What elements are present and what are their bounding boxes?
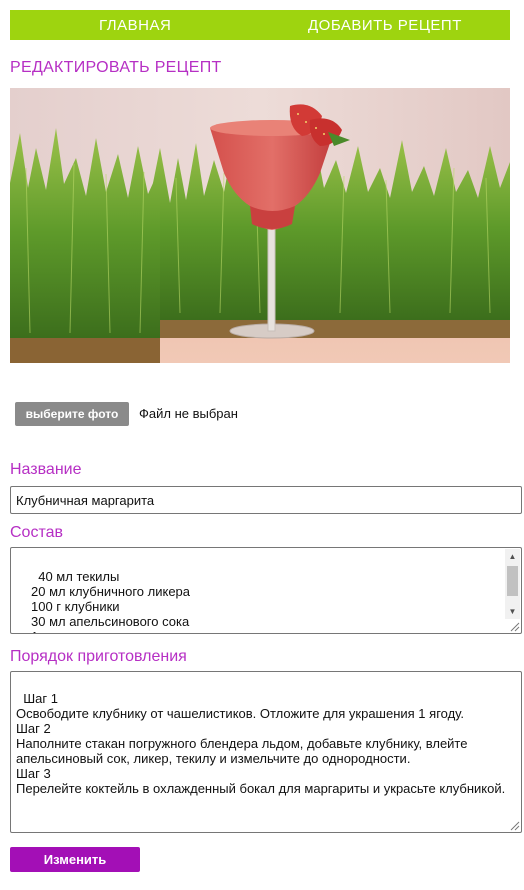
file-status-text: Файл не выбран [139,406,238,421]
steps-textarea[interactable]: Шаг 1 Освободите клубнику от чашелистико… [10,671,522,833]
ingredients-text: 40 мл текилы 20 мл клубничного ликера 10… [31,569,191,633]
ingredients-label: Состав [10,524,63,541]
ingredients-scrollbar[interactable]: ▲ ▼ [505,549,520,619]
recipe-photo [10,88,510,363]
choose-photo-button[interactable]: выберите фото [15,402,129,426]
resize-grip-icon[interactable] [508,620,520,632]
nav-home-link[interactable]: ГЛАВНАЯ [99,17,171,34]
nav-add-recipe-link[interactable]: ДОБАВИТЬ РЕЦЕПТ [308,17,462,34]
top-nav: ГЛАВНАЯ ДОБАВИТЬ РЕЦЕПТ [10,10,510,40]
steps-text: Шаг 1 Освободите клубнику от чашелистико… [16,691,506,796]
recipe-name-input[interactable] [10,486,522,514]
name-label: Название [10,461,82,478]
ingredients-textarea[interactable]: 40 мл текилы 20 мл клубничного ликера 10… [10,547,522,634]
resize-grip-icon[interactable] [508,819,520,831]
scroll-down-arrow-icon[interactable]: ▼ [505,604,520,619]
submit-edit-button[interactable]: Изменить [10,847,140,872]
page-title: РЕДАКТИРОВАТЬ РЕЦЕПТ [10,59,222,76]
scroll-thumb[interactable] [507,566,518,596]
scroll-up-arrow-icon[interactable]: ▲ [505,549,520,564]
steps-label: Порядок приготовления [10,648,187,665]
